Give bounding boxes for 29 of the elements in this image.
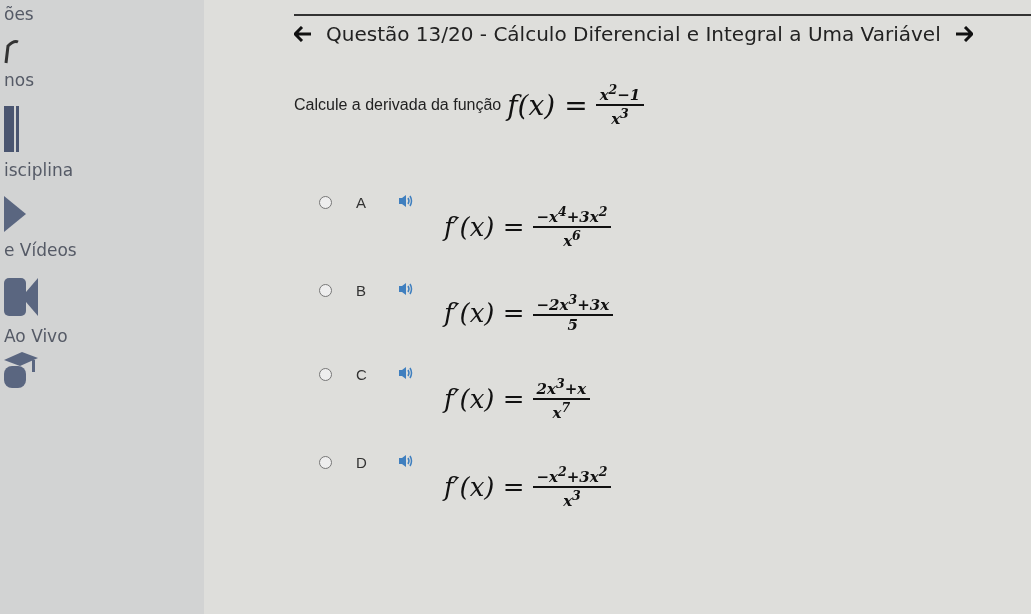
radio-button[interactable]: [319, 284, 332, 297]
radio-button[interactable]: [319, 196, 332, 209]
sidebar-item[interactable]: e Vídeos: [4, 240, 77, 260]
answer-formula: f′(x) = −x$^{2}$+3x$^{2}$ x$^{3}$: [444, 464, 612, 510]
sidebar-item[interactable]: isciplina: [4, 160, 74, 180]
answer-formula: f′(x) = −2x$^{3}$+3x 5: [444, 292, 614, 334]
radio-button[interactable]: [319, 456, 332, 469]
forward-arrow-icon[interactable]: [954, 26, 973, 42]
sidebar-item[interactable]: Ao Vivo: [4, 326, 68, 346]
speaker-icon[interactable]: [398, 194, 414, 208]
speaker-icon[interactable]: [398, 366, 414, 380]
option-letter: B: [356, 282, 367, 299]
graduation-cap-icon: [4, 352, 40, 388]
sidebar-item[interactable]: ões: [4, 4, 34, 24]
answer-formula: f′(x) = −x$^{4}$+3x$^{2}$ x$^{6}$: [444, 204, 612, 250]
speaker-icon[interactable]: [398, 282, 414, 296]
speaker-icon[interactable]: [398, 454, 414, 468]
play-icon: [4, 194, 28, 234]
back-arrow-icon[interactable]: [294, 26, 312, 42]
question-text: Calcule a derivada da função: [294, 96, 502, 114]
answer-formula: f′(x) = 2x$^{3}$+x x$^{7}$: [444, 376, 591, 422]
question-formula: f(x) = x$^{2}$−1 x$^{3}$: [507, 82, 645, 128]
option-letter: C: [356, 366, 368, 383]
pen-icon: [4, 38, 20, 64]
option-letter: D: [356, 454, 368, 471]
sidebar-item[interactable]: nos: [4, 70, 35, 90]
radio-button[interactable]: [319, 368, 332, 381]
question-title: Questão 13/20 - Cálculo Diferencial e Integral a Uma Variável: [326, 22, 941, 46]
option-letter: A: [356, 194, 367, 211]
